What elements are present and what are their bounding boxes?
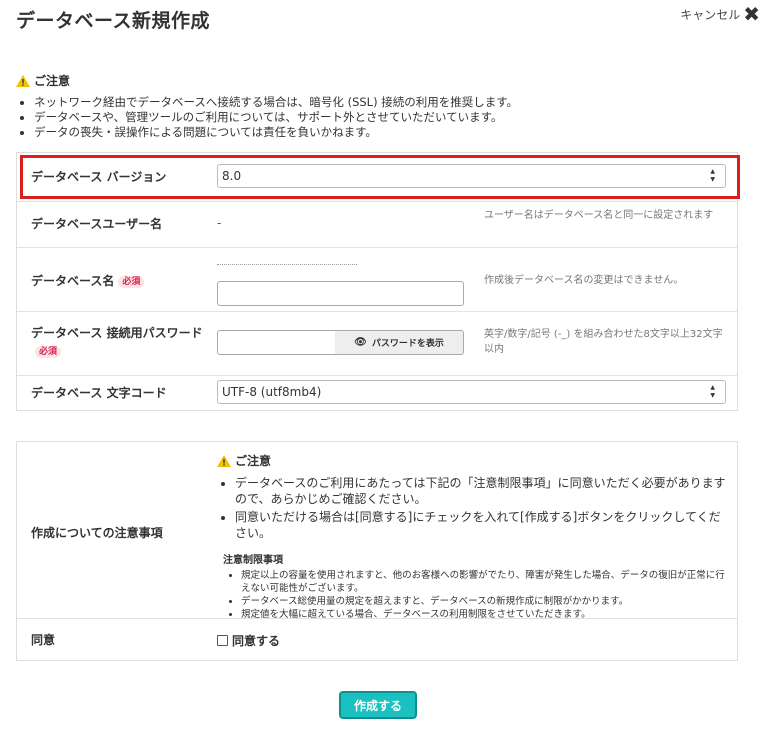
notice-list: ネットワーク経由でデータベースへ接続する場合は、暗号化 (SSL) 接続の利用を… <box>16 95 756 140</box>
charset-value: UTF-8 (utf8mb4) <box>222 385 322 399</box>
terms-label: 作成についての注意事項 <box>31 526 163 540</box>
terms-panel: 作成についての注意事項 ご注意 データベースのご利用にあたっては下記の「注意制限… <box>16 441 738 661</box>
close-icon[interactable]: ✖ <box>743 4 760 24</box>
user-value: - <box>217 216 222 230</box>
required-badge: 必須 <box>35 345 62 358</box>
list-item: データベースや、管理ツールのご利用については、サポート外とさせていただいています… <box>34 110 756 125</box>
password-label: データベース 接続用パスワード <box>31 326 203 340</box>
password-row: データベース 接続用パスワード必須 👁 パスワードを表示 英字/数字/記号 (-… <box>17 311 737 376</box>
name-hint: 作成後データベース名の変更はできません。 <box>484 275 684 286</box>
user-row: データベースユーザー名 - ユーザー名はデータベース名と同一に設定されます <box>17 201 737 248</box>
list-item: データベースのご利用にあたっては下記の「注意制限事項」に同意いただく必要がありま… <box>235 475 727 507</box>
password-hint: 英字/数字/記号 (-_) を組み合わせた8文字以上32文字以内 <box>484 329 723 355</box>
list-item: ネットワーク経由でデータベースへ接続する場合は、暗号化 (SSL) 接続の利用を… <box>34 95 756 110</box>
agree-label: 同意 <box>31 633 56 647</box>
version-row: データベース バージョン 8.0 ▲ ▼ <box>17 153 737 201</box>
terms-heading: ご注意 <box>235 454 272 468</box>
notice-heading: ご注意 <box>34 74 71 88</box>
charset-label: データベース 文字コード <box>31 386 167 400</box>
version-label: データベース バージョン <box>31 170 167 184</box>
version-select[interactable]: 8.0 ▲ ▼ <box>217 164 726 188</box>
agree-checkbox-label: 同意する <box>232 634 281 648</box>
list-item: 同意いただける場合は[同意する]にチェックを入れて[作成する]ボタンをクリックし… <box>235 509 727 541</box>
charset-select[interactable]: UTF-8 (utf8mb4) ▲ ▼ <box>217 380 726 404</box>
page-title: データベース新規作成 <box>16 10 211 32</box>
redacted-text <box>217 256 357 265</box>
name-label: データベース名 <box>31 274 115 288</box>
required-badge: 必須 <box>118 275 145 288</box>
restrictions-heading: 注意制限事項 <box>223 555 283 566</box>
password-input[interactable] <box>217 330 336 355</box>
database-name-input[interactable] <box>217 281 464 306</box>
charset-row: データベース 文字コード UTF-8 (utf8mb4) ▲ ▼ <box>17 375 737 412</box>
select-arrows-icon: ▲ ▼ <box>710 384 715 399</box>
checkbox-icon[interactable] <box>217 635 228 646</box>
list-item: 規定以上の容量を使用されますと、他のお客様への影響がでたり、障害が発生した場合、… <box>241 569 727 595</box>
list-item: データの喪失・誤操作による問題については責任を負いかねます。 <box>34 125 756 140</box>
form-panel: データベース バージョン 8.0 ▲ ▼ データベースユーザー名 - ユーザー名は… <box>16 152 738 411</box>
show-password-button[interactable]: 👁 パスワードを表示 <box>335 330 464 355</box>
eye-icon: 👁 <box>354 337 367 348</box>
user-hint: ユーザー名はデータベース名と同一に設定されます <box>484 210 714 221</box>
restrictions-list: 規定以上の容量を使用されますと、他のお客様への影響がでたり、障害が発生した場合、… <box>217 569 727 621</box>
agree-row: 同意 同意する <box>17 618 737 661</box>
create-button[interactable]: 作成する <box>339 691 417 719</box>
list-item: データベース総使用量の規定を超えますと、データベースの新規作成に制限がかかります… <box>241 595 727 608</box>
user-label: データベースユーザー名 <box>31 217 163 231</box>
terms-row: 作成についての注意事項 ご注意 データベースのご利用にあたっては下記の「注意制限… <box>17 442 737 621</box>
cancel-button[interactable]: キャンセル ✖ <box>680 4 760 24</box>
version-value: 8.0 <box>222 169 242 183</box>
agree-checkbox[interactable]: 同意する <box>217 632 280 649</box>
warning-icon <box>217 454 231 467</box>
terms-list: データベースのご利用にあたっては下記の「注意制限事項」に同意いただく必要がありま… <box>217 475 727 541</box>
notice-section: ご注意 ネットワーク経由でデータベースへ接続する場合は、暗号化 (SSL) 接続… <box>16 72 756 140</box>
terms-content: ご注意 データベースのご利用にあたっては下記の「注意制限事項」に同意いただく必要… <box>217 452 727 621</box>
cancel-label: キャンセル <box>680 7 741 22</box>
select-arrows-icon: ▲ ▼ <box>710 168 715 183</box>
name-row: データベース名 必須 作成後データベース名の変更はできません。 <box>17 247 737 312</box>
warning-icon <box>16 74 30 87</box>
